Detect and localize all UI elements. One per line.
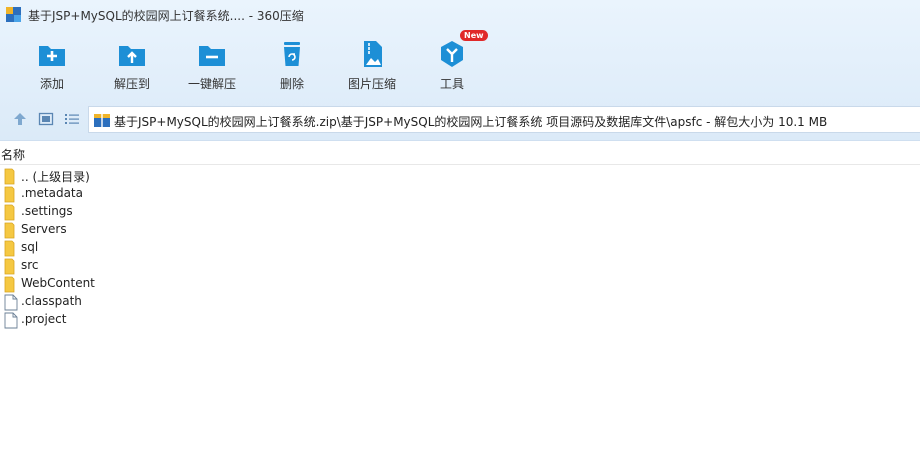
window-title: 基于JSP+MySQL的校园网上订餐系统.... - 360压缩: [28, 9, 304, 23]
toolbar: 添加 解压到 一键解压 删除 图片压缩 New 工具: [0, 30, 920, 96]
file-icon: [4, 294, 18, 311]
list-item[interactable]: .. (上级目录): [0, 167, 300, 185]
app-icon: [6, 7, 21, 22]
image-compress-label: 图片压缩: [347, 77, 396, 91]
delete-label: 删除: [279, 77, 304, 91]
delete-icon: [284, 42, 300, 66]
top-panel: 基于JSP+MySQL的校园网上订餐系统.... - 360压缩 添加 解压到 …: [0, 0, 920, 141]
up-arrow-icon[interactable]: [12, 111, 28, 127]
extract-to-button[interactable]: 解压到: [92, 34, 172, 96]
new-badge: New: [460, 30, 488, 41]
add-button[interactable]: 添加: [12, 34, 92, 96]
one-click-extract-button[interactable]: 一键解压: [172, 34, 252, 96]
column-header[interactable]: 名称: [0, 146, 920, 164]
one-click-extract-icon: [199, 46, 225, 66]
folder-icon: [4, 204, 15, 221]
list-item[interactable]: .project: [0, 311, 300, 329]
image-compress-button[interactable]: 图片压缩: [332, 34, 412, 96]
folder-icon: [4, 186, 15, 203]
file-name: src: [21, 258, 39, 272]
folder-icon: [4, 168, 15, 185]
delete-button[interactable]: 删除: [252, 34, 332, 96]
list-item[interactable]: sql: [0, 239, 300, 257]
list-item[interactable]: .settings: [0, 203, 300, 221]
file-name: Servers: [21, 222, 67, 236]
navigation-bar: 基于JSP+MySQL的校园网上订餐系统.zip\基于JSP+MySQL的校园网…: [0, 103, 920, 135]
address-path: 基于JSP+MySQL的校园网上订餐系统.zip\基于JSP+MySQL的校园网…: [114, 115, 828, 129]
file-name: .classpath: [21, 294, 82, 308]
file-name: .settings: [21, 204, 73, 218]
list-item[interactable]: .metadata: [0, 185, 300, 203]
tools-label: 工具: [439, 77, 464, 91]
thumbnail-view-icon[interactable]: [38, 111, 54, 127]
name-column-header[interactable]: 名称: [1, 146, 25, 163]
add-icon: [39, 46, 65, 66]
extract-to-label: 解压到: [113, 77, 150, 91]
file-name: WebContent: [21, 276, 95, 290]
list-item[interactable]: .classpath: [0, 293, 300, 311]
image-compress-icon: [364, 41, 382, 67]
header-divider: [0, 164, 920, 165]
add-label: 添加: [39, 77, 64, 91]
zip-archive-icon: [94, 114, 110, 127]
folder-icon: [4, 276, 15, 293]
title-bar: 基于JSP+MySQL的校园网上订餐系统.... - 360压缩: [0, 0, 920, 30]
tools-button[interactable]: New 工具: [412, 30, 492, 96]
list-item[interactable]: WebContent: [0, 275, 300, 293]
file-name: sql: [21, 240, 39, 254]
folder-icon: [4, 240, 15, 257]
list-item[interactable]: src: [0, 257, 300, 275]
file-name: .. (上级目录): [21, 170, 90, 184]
list-item[interactable]: Servers: [0, 221, 300, 239]
extract-to-icon: [119, 46, 145, 66]
folder-icon: [4, 222, 15, 239]
file-icon: [4, 312, 18, 329]
file-name: .metadata: [21, 186, 83, 200]
tools-icon: [441, 41, 463, 67]
address-bar[interactable]: 基于JSP+MySQL的校园网上订餐系统.zip\基于JSP+MySQL的校园网…: [88, 106, 920, 133]
list-view-icon[interactable]: [64, 111, 80, 127]
folder-icon: [4, 258, 15, 275]
file-name: .project: [21, 312, 67, 326]
one-click-extract-label: 一键解压: [187, 77, 236, 91]
